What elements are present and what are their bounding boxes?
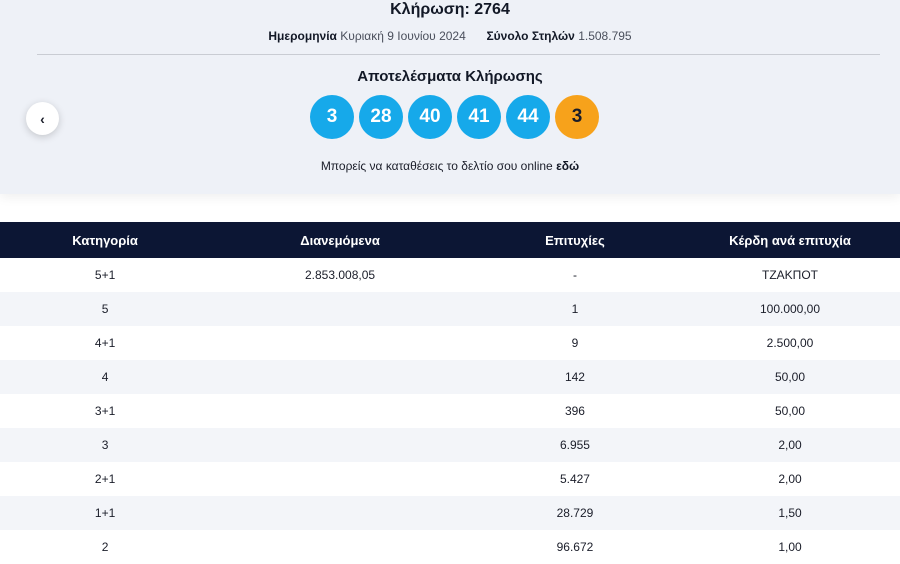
cell-category: 5+1 [0, 258, 211, 292]
cell-distributed [210, 496, 470, 530]
draw-summary-panel: Κλήρωση: 2764 Ημερομηνία Κυριακή 9 Ιουνί… [0, 0, 900, 194]
cell-winners: 28.729 [469, 496, 681, 530]
cell-category: 2 [0, 530, 211, 564]
number-ball: 41 [457, 95, 501, 139]
online-text: Μπορείς να καταθέσεις το δελτίο σου onli… [320, 159, 553, 173]
joker-ball: 3 [555, 95, 599, 139]
cell-distributed [210, 326, 470, 360]
cell-winners: 5.427 [469, 462, 681, 496]
cell-category: 5 [0, 292, 211, 326]
cell-distributed: 2.853.008,05 [210, 258, 470, 292]
draw-meta: Ημερομηνία Κυριακή 9 Ιουνίου 2024 Σύνολο… [0, 28, 900, 44]
cell-winners: 6.955 [469, 428, 681, 462]
table-row: 2 96.672 1,00 [0, 530, 900, 564]
header-winners: Επιτυχίες [469, 222, 681, 258]
header-prize-per-winner: Κέρδη ανά επιτυχία [680, 222, 900, 258]
cell-prize: ΤΖΑΚΠΟΤ [680, 258, 900, 292]
table-row: 3 6.955 2,00 [0, 428, 900, 462]
cell-prize: 2,00 [680, 462, 900, 496]
prize-table: Κατηγορία Διανεμόμενα Επιτυχίες Κέρδη αν… [0, 222, 900, 564]
winning-numbers: 3 28 40 41 44 3 [310, 95, 610, 141]
draw-title: Κλήρωση: 2764 [390, 1, 510, 18]
table-row: 5 1 100.000,00 [0, 292, 900, 326]
cell-category: 2+1 [0, 462, 211, 496]
number-ball: 40 [408, 95, 452, 139]
cell-distributed [210, 530, 470, 564]
divider [37, 54, 880, 55]
cell-distributed [210, 360, 470, 394]
cell-winners: - [469, 258, 681, 292]
online-ticket-link[interactable]: εδώ [556, 159, 579, 173]
cell-prize: 100.000,00 [680, 292, 900, 326]
cell-category: 1+1 [0, 496, 211, 530]
cell-distributed [210, 292, 470, 326]
cell-distributed [210, 428, 470, 462]
cell-winners: 1 [469, 292, 681, 326]
cell-prize: 50,00 [680, 394, 900, 428]
previous-draw-button[interactable]: ‹ [26, 102, 59, 135]
number-ball: 3 [310, 95, 354, 139]
cell-prize: 2.500,00 [680, 326, 900, 360]
table-row: 4 142 50,00 [0, 360, 900, 394]
columns-value: 1.508.795 [578, 29, 632, 43]
table-row: 3+1 396 50,00 [0, 394, 900, 428]
table-row: 5+1 2.853.008,05 - ΤΖΑΚΠΟΤ [0, 258, 900, 292]
cell-category: 3 [0, 428, 211, 462]
cell-prize: 2,00 [680, 428, 900, 462]
number-ball: 44 [506, 95, 550, 139]
table-row: 2+1 5.427 2,00 [0, 462, 900, 496]
cell-prize: 50,00 [680, 360, 900, 394]
columns-label: Σύνολο Στηλών [486, 29, 575, 43]
cell-winners: 9 [469, 326, 681, 360]
cell-winners: 396 [469, 394, 681, 428]
cell-category: 4 [0, 360, 211, 394]
cell-winners: 96.672 [469, 530, 681, 564]
prize-table-header: Κατηγορία Διανεμόμενα Επιτυχίες Κέρδη αν… [0, 222, 900, 258]
online-ticket-note: Μπορείς να καταθέσεις το δελτίο σου onli… [0, 158, 900, 174]
cell-distributed [210, 394, 470, 428]
number-ball: 28 [359, 95, 403, 139]
date-value: Κυριακή 9 Ιουνίου 2024 [340, 29, 466, 43]
header-category: Κατηγορία [0, 222, 211, 258]
cell-category: 4+1 [0, 326, 211, 360]
cell-prize: 1,00 [680, 530, 900, 564]
cell-category: 3+1 [0, 394, 211, 428]
cell-winners: 142 [469, 360, 681, 394]
table-row: 1+1 28.729 1,50 [0, 496, 900, 530]
table-row: 4+1 9 2.500,00 [0, 326, 900, 360]
results-title: Αποτελέσματα Κλήρωσης [357, 68, 543, 85]
cell-prize: 1,50 [680, 496, 900, 530]
chevron-left-icon: ‹ [40, 110, 45, 127]
date-label: Ημερομηνία [268, 29, 337, 43]
cell-distributed [210, 462, 470, 496]
header-distributed: Διανεμόμενα [210, 222, 470, 258]
